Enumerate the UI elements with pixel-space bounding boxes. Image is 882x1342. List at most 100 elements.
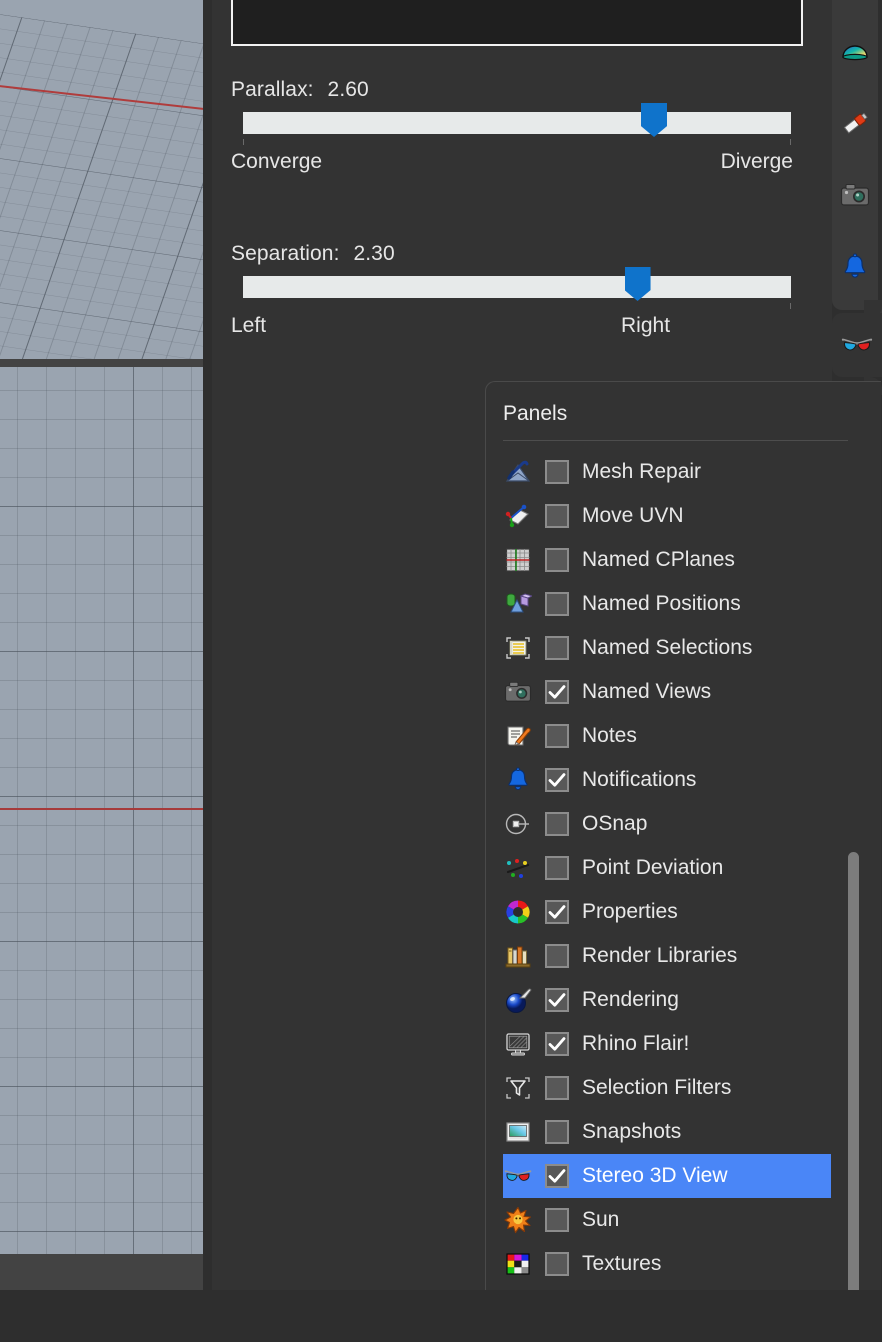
separation-end-labels: Left Right [231, 314, 793, 340]
osnap-icon [503, 809, 533, 839]
panel-list-item[interactable]: Mesh Repair [486, 450, 881, 494]
mesh-repair-icon [503, 457, 533, 487]
stereo-preview-box[interactable] [231, 0, 803, 46]
checkmark-icon [548, 685, 566, 699]
viewport-splitter[interactable] [0, 359, 203, 367]
panel-list-item[interactable]: Rendering [486, 978, 881, 1022]
panel-list-item[interactable]: Point Deviation [486, 846, 881, 890]
panel-item-checkbox[interactable] [545, 1120, 569, 1144]
separation-value: 2.30 [353, 242, 395, 265]
panel-item-checkbox[interactable] [545, 1208, 569, 1232]
panel-item-checkbox[interactable] [545, 1164, 569, 1188]
panel-item-label: Textures [582, 1252, 662, 1275]
camera-icon [840, 184, 870, 206]
viewport-column [0, 0, 203, 1290]
panel-item-label: Properties [582, 900, 678, 923]
parallax-left-label: Converge [231, 150, 323, 173]
panel-item-label: Selection Filters [582, 1076, 732, 1099]
rail-tab-rendering[interactable] [832, 28, 878, 74]
panel-list-item[interactable]: Rhino Flair! [486, 1022, 881, 1066]
panels-popup-title: Panels [503, 402, 568, 425]
checkmark-icon [548, 1169, 566, 1183]
panel-item-label: Rhino Flair! [582, 1032, 690, 1055]
parallax-end-labels: Converge Diverge [231, 150, 793, 176]
panel-item-checkbox[interactable] [545, 1032, 569, 1056]
rail-tab-stereo-3d-view[interactable] [832, 313, 882, 377]
color-wheel-icon [503, 897, 533, 927]
separation-tick-end [790, 303, 791, 309]
panel-list-item[interactable]: Named Selections [486, 626, 881, 670]
rail-tab-named-views[interactable] [832, 172, 878, 218]
panel-item-checkbox[interactable] [545, 592, 569, 616]
panel-list-item[interactable]: Stereo 3D View [503, 1154, 831, 1198]
panel-item-checkbox[interactable] [545, 768, 569, 792]
panel-list-item[interactable]: Notes [486, 714, 881, 758]
panel-list-item[interactable]: Properties [486, 890, 881, 934]
panel-list-item[interactable]: Move UVN [486, 494, 881, 538]
panel-list-item[interactable]: Notifications [486, 758, 881, 802]
panel-list-item[interactable]: Snapshots [486, 1110, 881, 1154]
render-dome-icon [842, 45, 868, 61]
panel-item-label: Notifications [582, 768, 697, 791]
panel-list-item[interactable]: Render Libraries [486, 934, 881, 978]
rail-tab-rhino-flair[interactable] [832, 100, 878, 146]
panel-list-item[interactable]: Sun [486, 1198, 881, 1242]
parallax-slider[interactable] [243, 103, 791, 145]
panel-item-checkbox[interactable] [545, 812, 569, 836]
panel-list-item[interactable]: OSnap [486, 802, 881, 846]
panel-item-checkbox[interactable] [545, 636, 569, 660]
panel-item-label: Named Views [582, 680, 712, 703]
monitor-icon [503, 1029, 533, 1059]
checkmark-icon [548, 1037, 566, 1051]
separation-right-label: Right [621, 314, 671, 337]
parallax-control-group: Parallax: 2.60 Converge Diverge [212, 78, 832, 176]
stereo-glasses-icon [503, 1161, 533, 1191]
notes-icon [503, 721, 533, 751]
separation-label: Separation: [231, 242, 340, 265]
bell-icon [844, 253, 866, 278]
funnel-icon [503, 1073, 533, 1103]
panel-list-item[interactable]: Textures [486, 1242, 881, 1286]
front-grid [0, 367, 203, 1254]
panels-scrollbar-thumb[interactable] [848, 852, 859, 1312]
panels-scrollbar[interactable] [848, 852, 859, 1317]
checkmark-icon [548, 993, 566, 1007]
parallax-label: Parallax: [231, 78, 314, 101]
panel-item-checkbox[interactable] [545, 548, 569, 572]
snapshot-icon [503, 1117, 533, 1147]
render-sphere-icon [503, 985, 533, 1015]
camera-icon [503, 677, 533, 707]
panel-item-checkbox[interactable] [545, 900, 569, 924]
parallax-right-label: Diverge [720, 150, 793, 173]
render-libraries-icon [503, 941, 533, 971]
panel-item-checkbox[interactable] [545, 1076, 569, 1100]
panel-item-checkbox[interactable] [545, 680, 569, 704]
panel-item-checkbox[interactable] [545, 460, 569, 484]
separation-control-group: Separation: 2.30 Left Right [212, 242, 832, 340]
panel-list-item[interactable]: Selection Filters [486, 1066, 881, 1110]
panel-list-item[interactable]: Named CPlanes [486, 538, 881, 582]
panel-item-checkbox[interactable] [545, 988, 569, 1012]
separation-slider[interactable] [243, 267, 791, 309]
panel-item-checkbox[interactable] [545, 1252, 569, 1276]
perspective-viewport[interactable] [0, 0, 203, 359]
panel-item-label: Notes [582, 724, 637, 747]
front-x-axis-line [0, 808, 203, 810]
panel-item-checkbox[interactable] [545, 724, 569, 748]
panel-list-item[interactable]: Named Views [486, 670, 881, 714]
panels-list: Mesh Repair Move UVN Named CPlanes Named Po… [486, 450, 881, 1320]
rail-tab-notifications[interactable] [832, 244, 878, 290]
parallax-tick-end [790, 139, 791, 145]
separation-slider-track[interactable] [243, 276, 791, 298]
point-deviation-icon [503, 853, 533, 883]
parallax-slider-track[interactable] [243, 112, 791, 134]
panel-list-item[interactable]: Named Positions [486, 582, 881, 626]
panel-item-checkbox[interactable] [545, 504, 569, 528]
front-viewport[interactable] [0, 367, 203, 1254]
named-positions-icon [503, 589, 533, 619]
panel-item-label: Move UVN [582, 504, 684, 527]
move-uvn-icon [503, 501, 533, 531]
panel-item-checkbox[interactable] [545, 856, 569, 880]
panel-item-label: Named Selections [582, 636, 753, 659]
panel-item-checkbox[interactable] [545, 944, 569, 968]
